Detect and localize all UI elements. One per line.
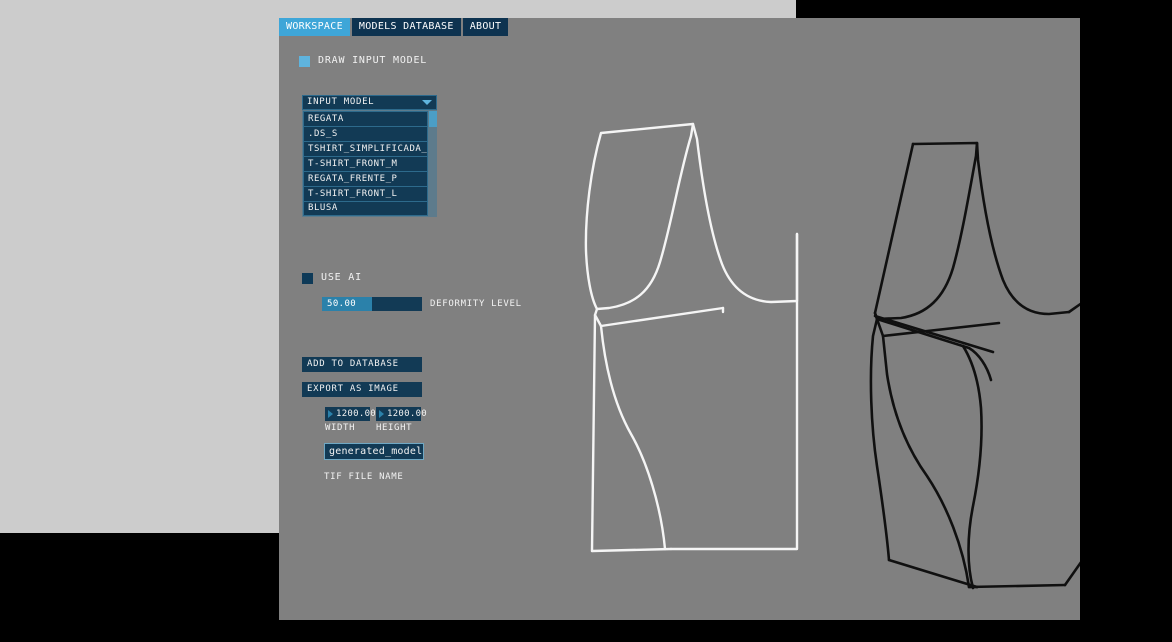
- image-size-spinners: 1200.00 1200.00: [325, 407, 427, 421]
- white-pattern-outline: [584, 122, 799, 553]
- dropdown-option-label: TSHIRT_SIMPLIFICADA_P_COSTAS: [308, 143, 428, 154]
- tif-filename-input[interactable]: generated_model: [324, 443, 424, 460]
- tab-about-label: ABOUT: [469, 21, 502, 32]
- dropdown-option-container: REGATA .DS_S TSHIRT_SIMPLIFICADA_P_COSTA…: [303, 111, 428, 216]
- chevron-down-icon: [422, 100, 432, 105]
- black-pattern-outline: [869, 141, 1080, 590]
- use-ai-checkbox[interactable]: [302, 272, 313, 284]
- deformity-level-value: 50.00: [327, 299, 357, 309]
- input-model-dropdown[interactable]: INPUT MODEL REGATA .DS_S TSHIRT_SIMPLIFI…: [302, 95, 437, 217]
- dropdown-option-label: T-SHIRT_FRONT_M: [308, 158, 398, 169]
- dropdown-option-regata-frente-p[interactable]: REGATA_FRENTE_P: [303, 171, 428, 186]
- dropdown-option-label: T-SHIRT_FRONT_L: [308, 188, 398, 199]
- tab-workspace[interactable]: WORKSPACE: [279, 18, 350, 36]
- tif-filename-label-row: TIF FILE NAME: [324, 464, 404, 483]
- draw-input-model-label: DRAW INPUT MODEL: [318, 55, 428, 66]
- draw-input-model-row[interactable]: DRAW INPUT MODEL: [299, 54, 549, 68]
- caret-left-icon[interactable]: [379, 410, 384, 418]
- deformity-level-row: 50.00 DEFORMITY LEVEL: [322, 297, 522, 311]
- width-label: WIDTH: [325, 423, 356, 433]
- dropdown-option-tshirt-front-l[interactable]: T-SHIRT_FRONT_L: [303, 186, 428, 201]
- dropdown-scrollbar-thumb[interactable]: [429, 111, 437, 127]
- application-window: WORKSPACE MODELS DATABASE ABOUT DRAW INP…: [279, 18, 1080, 620]
- tif-filename-value: generated_model: [329, 445, 423, 457]
- dropdown-option-tshirt-front-m[interactable]: T-SHIRT_FRONT_M: [303, 156, 428, 171]
- bottom-toolbar: 100.00 I LIKE THIS FEED AI GENERATE: [279, 575, 1080, 620]
- deformity-level-slider[interactable]: 50.00: [322, 297, 422, 311]
- tab-models-database-label: MODELS DATABASE: [358, 21, 454, 32]
- input-model-dropdown-header[interactable]: INPUT MODEL: [302, 95, 437, 110]
- add-to-database-button[interactable]: ADD TO DATABASE: [302, 357, 422, 372]
- image-size-labels: WIDTH HEIGHT: [325, 424, 421, 433]
- tab-models-database[interactable]: MODELS DATABASE: [351, 18, 461, 36]
- dropdown-option-label: REGATA_FRENTE_P: [308, 173, 398, 184]
- control-panel: DRAW INPUT MODEL: [299, 54, 549, 68]
- use-ai-row[interactable]: USE AI: [302, 271, 362, 285]
- input-model-dropdown-label: INPUT MODEL: [307, 97, 375, 107]
- deformity-level-label: DEFORMITY LEVEL: [430, 298, 522, 309]
- export-as-image-label: EXPORT AS IMAGE: [307, 384, 399, 394]
- draw-input-model-checkbox[interactable]: [299, 55, 310, 67]
- dropdown-option-label: BLUSA: [308, 203, 338, 213]
- tab-workspace-label: WORKSPACE: [286, 21, 343, 32]
- dropdown-option-ds-s[interactable]: .DS_S: [303, 126, 428, 141]
- dropdown-option-tshirt-simplificada[interactable]: TSHIRT_SIMPLIFICADA_P_COSTAS: [303, 141, 428, 156]
- height-label: HEIGHT: [376, 423, 413, 433]
- height-spinner[interactable]: 1200.00: [376, 407, 427, 421]
- caret-left-icon[interactable]: [328, 410, 333, 418]
- tab-about[interactable]: ABOUT: [462, 18, 509, 36]
- height-spinner-value: 1200.00: [387, 408, 428, 419]
- dropdown-option-label: .DS_S: [308, 128, 338, 139]
- use-ai-label: USE AI: [321, 272, 362, 283]
- dropdown-option-label: REGATA: [308, 113, 344, 124]
- add-to-database-label: ADD TO DATABASE: [307, 359, 399, 369]
- tif-filename-label: TIF FILE NAME: [324, 472, 404, 482]
- dropdown-option-blusa[interactable]: BLUSA: [303, 201, 428, 216]
- dropdown-scrollbar[interactable]: [429, 111, 437, 216]
- menu-bar: WORKSPACE MODELS DATABASE ABOUT: [279, 18, 509, 36]
- input-model-dropdown-list: REGATA .DS_S TSHIRT_SIMPLIFICADA_P_COSTA…: [302, 110, 437, 217]
- dropdown-option-regata[interactable]: REGATA: [303, 111, 428, 126]
- width-spinner[interactable]: 1200.00: [325, 407, 376, 421]
- export-as-image-button[interactable]: EXPORT AS IMAGE: [302, 382, 422, 397]
- width-spinner-value: 1200.00: [336, 408, 377, 419]
